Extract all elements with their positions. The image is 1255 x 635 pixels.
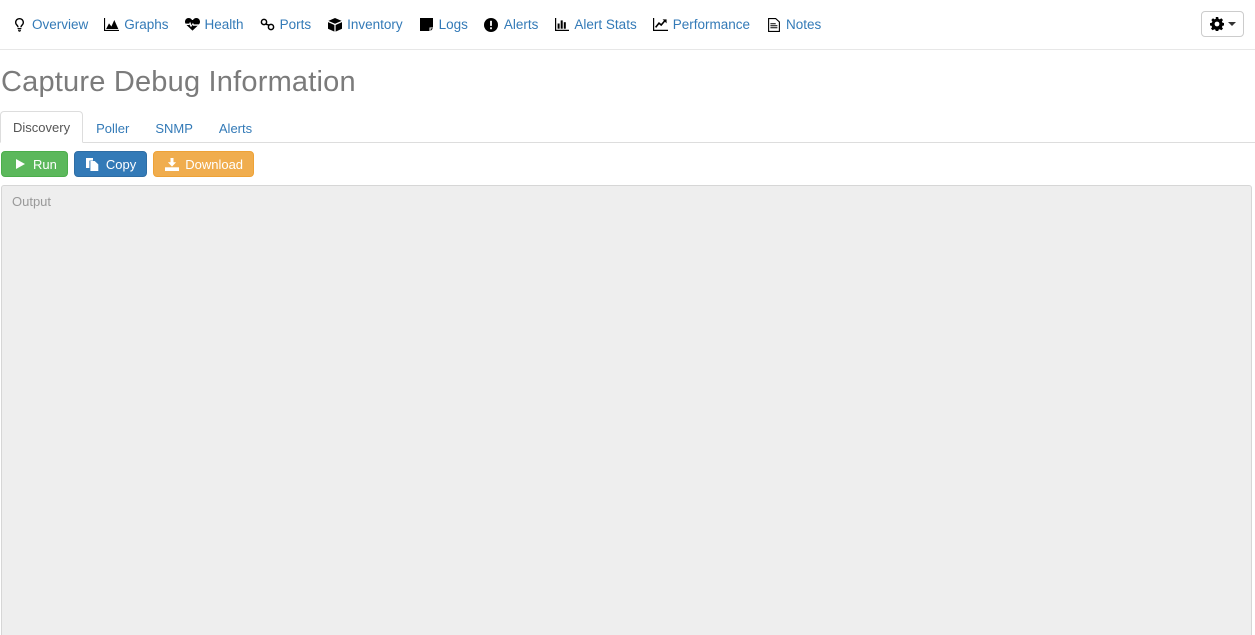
settings-dropdown-button[interactable] (1201, 11, 1244, 37)
nav-item-label: Logs (438, 17, 468, 32)
nav-item-label: Health (204, 17, 244, 32)
download-icon (164, 157, 179, 172)
tab-label: SNMP (155, 121, 193, 136)
nav-item-label: Alerts (503, 17, 539, 32)
nav-item-label: Inventory (347, 17, 403, 32)
file-text-icon (766, 17, 781, 32)
nav-item-alert-stats[interactable]: Alert Stats (546, 11, 644, 38)
exclamation-circle-icon (484, 17, 499, 32)
download-button-label: Download (185, 156, 244, 172)
nav-item-overview[interactable]: Overview (4, 11, 96, 38)
cube-icon (327, 17, 342, 32)
chevron-down-icon (1228, 22, 1236, 26)
nav-item-label: Performance (672, 17, 750, 32)
tab-discovery[interactable]: Discovery (0, 111, 84, 143)
page-title: Capture Debug Information (1, 66, 356, 98)
tab-label: Discovery (13, 120, 71, 135)
output-textarea[interactable] (1, 185, 1252, 635)
nav-item-label: Notes (786, 17, 822, 32)
nav-item-label: Graphs (124, 17, 169, 32)
copy-icon (85, 157, 100, 172)
play-icon (12, 157, 27, 172)
heartbeat-icon (184, 17, 200, 32)
device-nav-items: Overview Graphs Health Ports Inventory L… (0, 11, 829, 38)
logs-icon (419, 17, 434, 32)
run-button[interactable]: Run (1, 151, 68, 177)
download-button[interactable]: Download (153, 151, 255, 177)
nav-item-label: Alert Stats (574, 17, 637, 32)
nav-item-label: Overview (32, 17, 89, 32)
nav-item-logs[interactable]: Logs (411, 11, 476, 38)
copy-button-label: Copy (105, 156, 137, 172)
nav-item-inventory[interactable]: Inventory (319, 11, 411, 38)
nav-item-notes[interactable]: Notes (758, 11, 829, 38)
tab-poller[interactable]: Poller (83, 112, 142, 143)
nav-item-performance[interactable]: Performance (645, 11, 758, 38)
tab-alerts[interactable]: Alerts (206, 112, 265, 143)
area-chart-icon (104, 17, 120, 32)
nav-item-alerts[interactable]: Alerts (476, 11, 547, 38)
line-chart-icon (652, 17, 668, 32)
nav-item-graphs[interactable]: Graphs (96, 11, 176, 38)
lightbulb-icon (12, 17, 27, 32)
tab-snmp[interactable]: SNMP (142, 112, 206, 143)
nav-item-health[interactable]: Health (177, 11, 252, 38)
tab-label: Alerts (218, 121, 253, 136)
debug-tabs: Discovery Poller SNMP Alerts (0, 111, 1255, 143)
action-button-row: Run Copy Download (0, 143, 1255, 177)
gear-icon (1209, 17, 1224, 32)
nav-item-ports[interactable]: Ports (252, 11, 320, 38)
nav-item-label: Ports (279, 17, 312, 32)
link-chain-icon (260, 17, 275, 32)
copy-button[interactable]: Copy (73, 151, 148, 177)
output-area (0, 177, 1255, 635)
run-button-label: Run (33, 156, 57, 172)
bar-chart-icon (554, 17, 569, 32)
device-nav: Overview Graphs Health Ports Inventory L… (0, 0, 1255, 50)
tab-label: Poller (96, 121, 130, 136)
